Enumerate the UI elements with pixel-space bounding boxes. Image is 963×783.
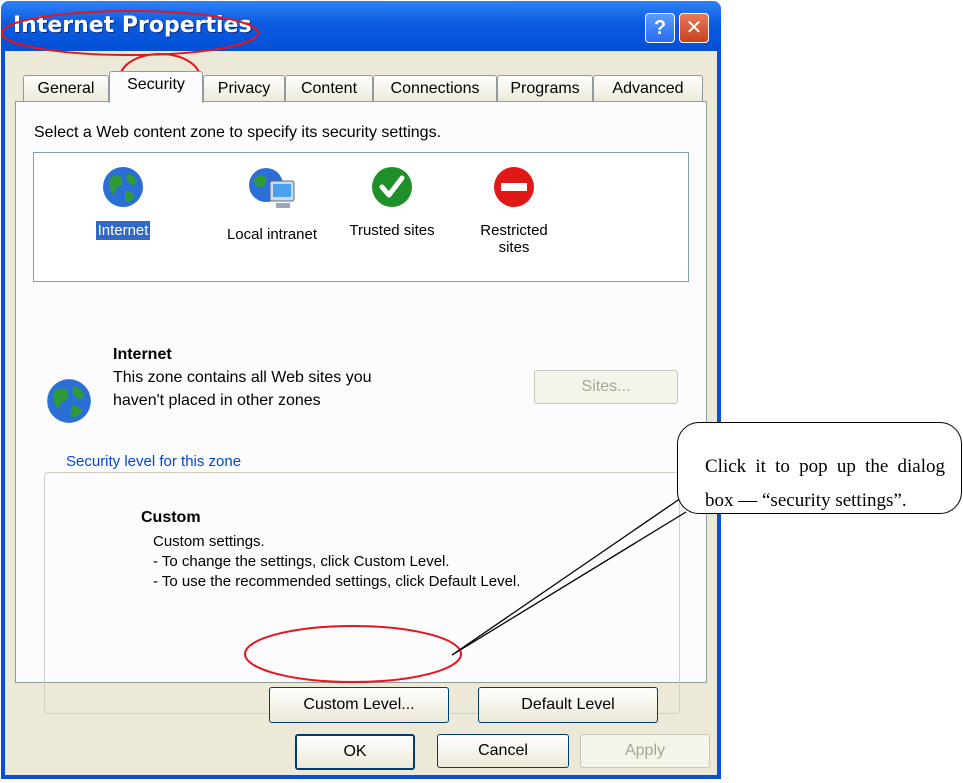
callout-pointer-line — [451, 495, 685, 656]
custom-level-highlight-ellipse — [244, 625, 462, 683]
title-highlight-ellipse — [1, 10, 259, 56]
annotation-overlay — [1, 10, 687, 683]
callout-pointer-line — [451, 511, 687, 656]
annotation-callout-text: Click it to pop up the dialog box — “sec… — [705, 456, 945, 511]
tab-security[interactable]: Security — [109, 71, 203, 103]
